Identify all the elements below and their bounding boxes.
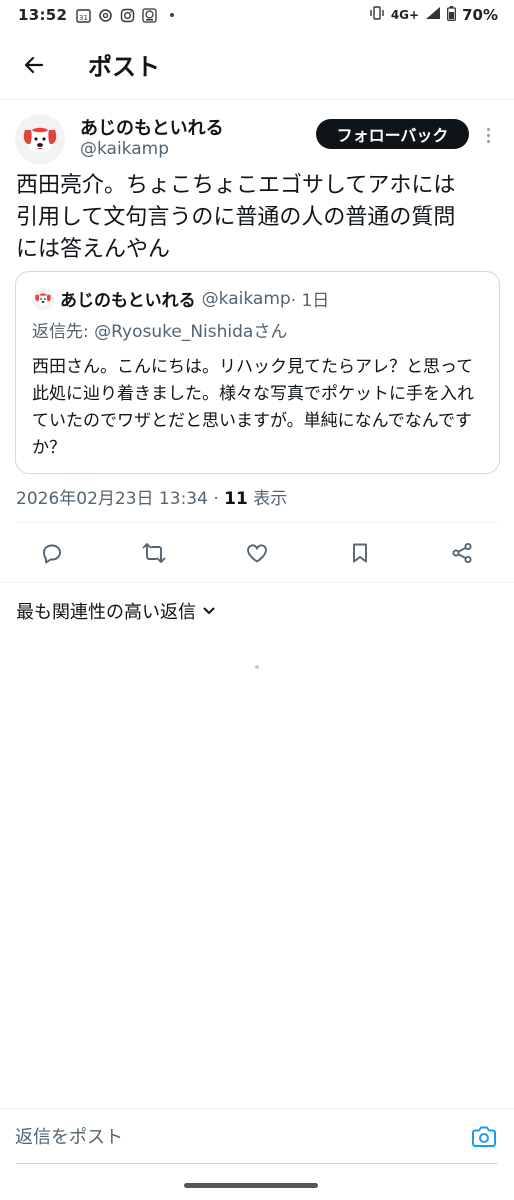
quoted-post-header: あじのもといれる @kaikamp · 1日 [32,286,329,311]
more-dot-icon [486,133,490,137]
bookmark-icon [353,543,367,563]
share-icon [452,542,472,564]
quoted-author-handle: @kaikamp [201,288,291,309]
divider [16,522,498,523]
more-dot-icon [486,139,490,143]
replying-to: 返信先: @Ryosuke_Nishidaさん [32,317,287,342]
back-button[interactable] [14,45,54,85]
page-title: ポスト [88,53,160,81]
more-options-button[interactable] [478,122,498,148]
quoted-post-time: · 1日 [290,291,330,311]
instagram-icon [120,8,135,23]
follow-back-button[interactable]: フォローバック [316,119,469,149]
status-time: 13:52 [18,6,68,24]
post-text: 西田亮介。ちょこちょこエゴサしてアホには 引用して文句言うのに普通の人の普通の質… [16,173,456,262]
more-dot-icon [486,127,490,131]
reply-icon [43,544,61,564]
quoted-avatar [32,287,54,310]
reply-composer [0,1109,514,1165]
battery-percent: 70% [462,6,498,24]
replying-to-prefix: 返信先: [32,322,95,342]
post-author-row: あじのもといれる @kaikamp フォローバック [0,112,514,168]
battery-icon [447,5,457,25]
bookmark-button[interactable] [345,538,375,568]
chevron-down-icon [203,607,215,614]
camera-icon [472,1126,496,1147]
loading-indicator [255,665,259,669]
notification-dot [170,13,175,17]
svg-text:31: 31 [79,14,88,22]
arrow-left-icon [24,56,44,73]
camera-button[interactable] [468,1123,500,1151]
parking-app-icon [142,7,157,23]
view-count[interactable]: 11 [224,489,248,509]
view-label[interactable]: 表示 [248,489,287,509]
post-timestamp: 2026年02月23日 13:34 · [16,489,225,509]
vibrate-icon [369,6,385,24]
post-actions [0,532,514,572]
avatar[interactable] [15,114,65,164]
quoted-author-name: あじのもといれる [60,291,196,311]
home-indicator[interactable] [184,1183,318,1188]
threads-icon [98,8,113,23]
reply-input[interactable] [15,1119,455,1155]
top-app-bar: ポスト [0,30,514,100]
calendar-icon: 31 [76,8,91,23]
reply-input-underline [16,1163,498,1164]
retweet-icon [142,543,166,563]
author-name[interactable]: あじのもといれる [80,114,224,140]
like-button[interactable] [242,538,272,568]
author-handle[interactable]: @kaikamp [80,139,169,159]
reply-button[interactable] [37,538,67,568]
signal-icon [425,6,441,24]
share-button[interactable] [447,538,477,568]
quoted-post[interactable]: あじのもといれる @kaikamp · 1日 返信先: @Ryosuke_Nis… [15,271,500,474]
post-meta: 2026年02月23日 13:34 · 11 表示 [16,484,287,509]
retweet-button[interactable] [139,538,169,568]
divider [0,582,514,583]
status-bar: 13:52 31 4G+ 70% [0,0,514,30]
replying-to-handle[interactable]: @Ryosuke_Nishidaさん [94,322,287,342]
reply-sort-label: 最も関連性の高い返信 [16,602,196,623]
network-type: 4G+ [390,8,420,22]
reply-sort-selector[interactable]: 最も関連性の高い返信 [16,598,216,624]
dog-face-icon [35,293,51,306]
like-icon [247,544,267,563]
quoted-post-text: 西田さん。こんにちは。リハック見てたらアレ？と思って此処に辿り着きました。様々な… [32,357,474,458]
dog-face-icon [23,127,57,153]
